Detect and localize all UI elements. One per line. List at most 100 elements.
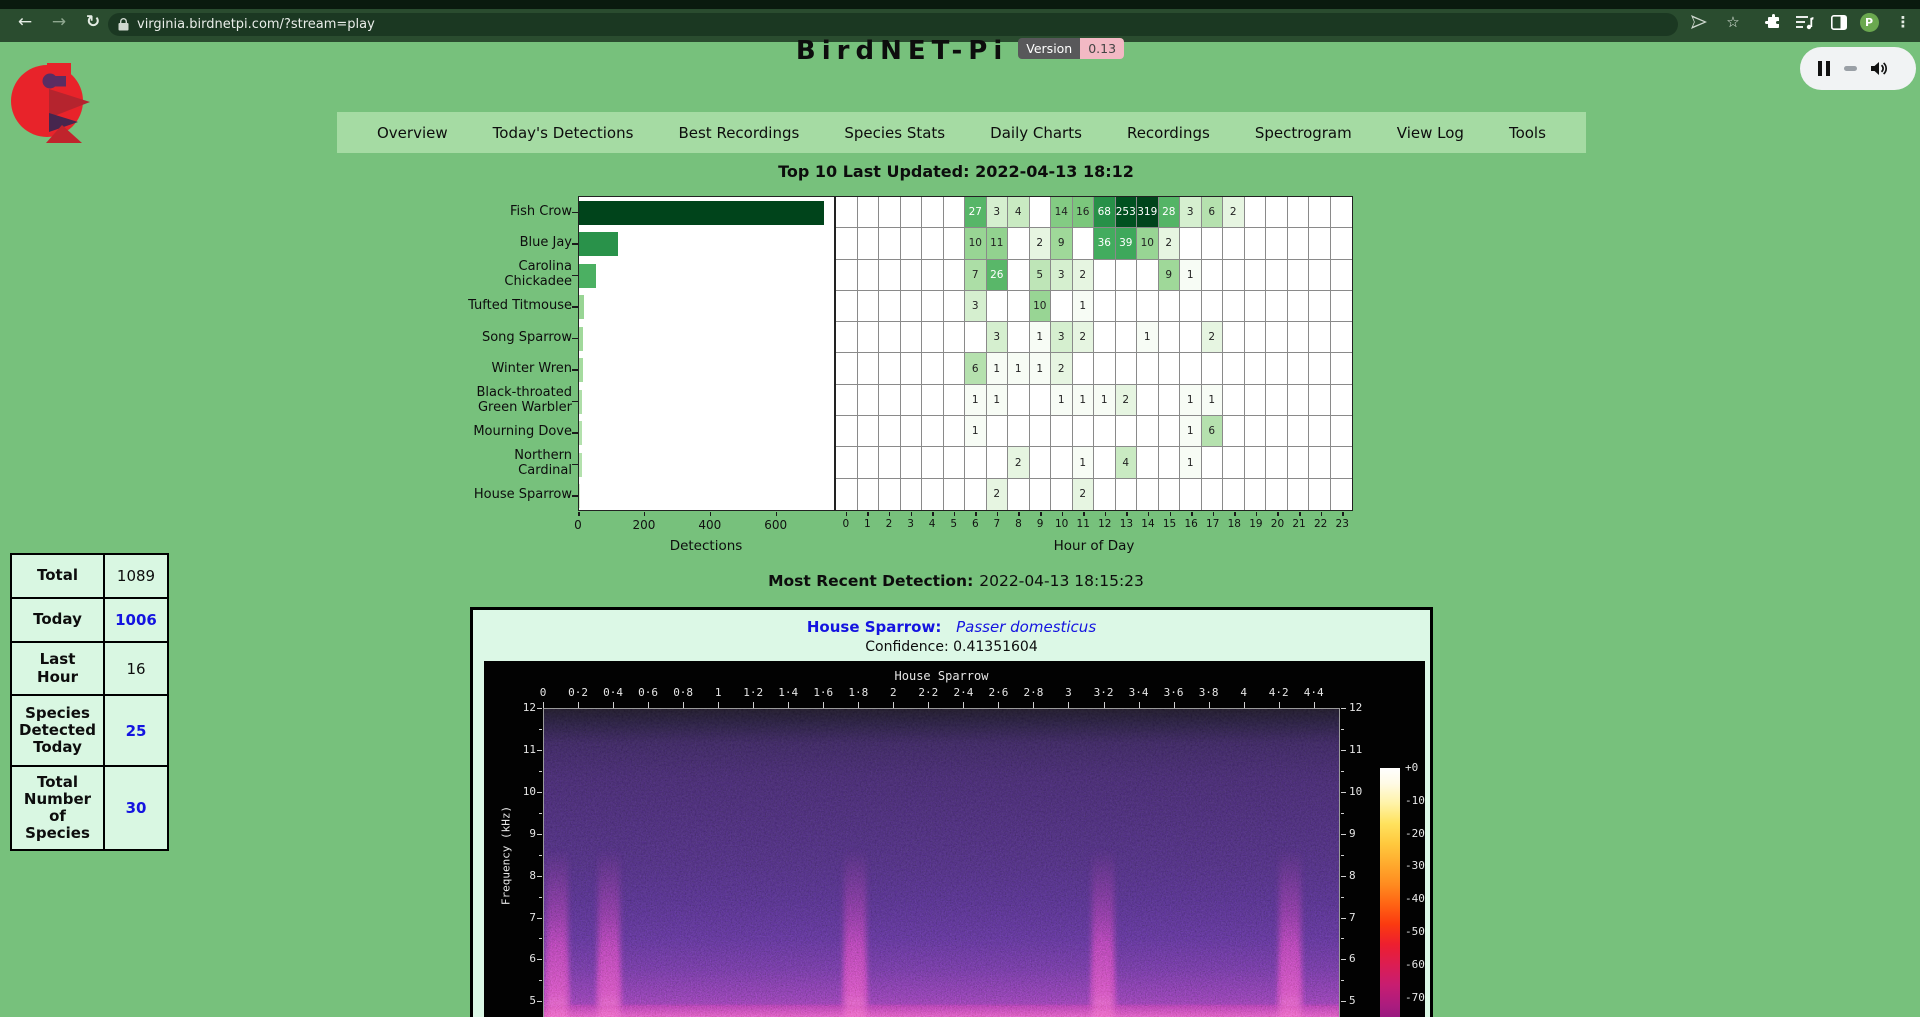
heatmap-cell bbox=[1202, 353, 1224, 384]
heatmap-cell bbox=[1288, 197, 1310, 228]
heatmap-cell bbox=[1051, 291, 1073, 322]
nav-item-spectrogram[interactable]: Spectrogram bbox=[1255, 124, 1352, 142]
stats-value[interactable]: 1006 bbox=[104, 598, 168, 642]
seek-dash[interactable] bbox=[1844, 66, 1857, 71]
heatmap-cell: 1 bbox=[965, 385, 987, 416]
heatmap-cell: 2 bbox=[1223, 197, 1245, 228]
nav-item-tools[interactable]: Tools bbox=[1509, 124, 1546, 142]
most-recent-value: 2022-04-13 18:15:23 bbox=[979, 572, 1144, 590]
spectrogram-time-tick: 4·4 bbox=[1297, 686, 1331, 699]
nav-item-daily-charts[interactable]: Daily Charts bbox=[990, 124, 1082, 142]
heatmap-cell: 1 bbox=[1008, 353, 1030, 384]
spectrogram-freq-tick: 6 bbox=[1349, 952, 1375, 965]
heatmap-cell bbox=[1159, 447, 1181, 478]
heatmap-cell bbox=[1266, 197, 1288, 228]
nav-item-species-stats[interactable]: Species Stats bbox=[844, 124, 945, 142]
heatmap-cell: 3 bbox=[987, 197, 1009, 228]
nav-item-view-log[interactable]: View Log bbox=[1397, 124, 1464, 142]
heatmap-cell bbox=[858, 260, 880, 291]
avatar[interactable]: P bbox=[1858, 12, 1880, 32]
spectrogram-time-tick: 2·2 bbox=[911, 686, 945, 699]
heatmap-cell bbox=[1245, 353, 1267, 384]
heatmap-cell bbox=[1094, 353, 1116, 384]
nav-item-today-s-detections[interactable]: Today's Detections bbox=[493, 124, 634, 142]
heatmap-cell: 1 bbox=[1180, 385, 1202, 416]
heatmap-cell bbox=[922, 353, 944, 384]
species-label: Tufted Titmouse bbox=[432, 291, 572, 323]
spectrogram-time-tick: 1·6 bbox=[806, 686, 840, 699]
pause-icon[interactable] bbox=[1818, 61, 1830, 76]
heatmap-cell bbox=[1309, 260, 1331, 291]
heatmap-cell bbox=[1159, 479, 1181, 510]
media-playlist-icon[interactable] bbox=[1794, 12, 1816, 32]
stats-label: Last Hour bbox=[11, 642, 104, 695]
audio-player[interactable] bbox=[1800, 47, 1916, 90]
heatmap-cell bbox=[858, 447, 880, 478]
detections-bar-panel bbox=[578, 196, 835, 511]
heatmap-cell bbox=[944, 447, 966, 478]
stats-value[interactable]: 30 bbox=[104, 766, 168, 850]
url-bar[interactable]: virginia.birdnetpi.com/?stream=play bbox=[108, 13, 1678, 36]
spectrogram-freq-tick: 12 bbox=[1349, 701, 1375, 714]
star-icon[interactable]: ☆ bbox=[1722, 12, 1744, 32]
nav-item-best-recordings[interactable]: Best Recordings bbox=[678, 124, 799, 142]
heatmap-cell bbox=[1266, 416, 1288, 447]
heatmap-cell: 1 bbox=[1073, 447, 1095, 478]
heatmap-cell: 2 bbox=[1202, 322, 1224, 353]
heatmap-cell bbox=[1266, 260, 1288, 291]
heatmap-cell bbox=[879, 260, 901, 291]
site-header: BirdNET-PiVersion0.13 bbox=[0, 36, 1920, 66]
spectrogram-time-tick: 3·2 bbox=[1087, 686, 1121, 699]
bar-axis-tick: 0 bbox=[558, 518, 598, 532]
heatmap-cell bbox=[944, 385, 966, 416]
heatmap-cell bbox=[1116, 291, 1138, 322]
side-panel-icon[interactable] bbox=[1828, 12, 1850, 32]
species-common-name-link[interactable]: House Sparrow: bbox=[807, 618, 941, 636]
extensions-icon[interactable] bbox=[1762, 12, 1784, 32]
heatmap-cell bbox=[1223, 322, 1245, 353]
stats-value[interactable]: 25 bbox=[104, 695, 168, 766]
window-top-strip bbox=[0, 0, 1920, 9]
spectrogram-db-tick: -10 bbox=[1405, 794, 1425, 807]
heatmap-cell bbox=[1159, 322, 1181, 353]
heatmap-cell bbox=[1094, 416, 1116, 447]
forward-icon[interactable]: → bbox=[48, 13, 70, 31]
heatmap-cell bbox=[1331, 479, 1353, 510]
heatmap-cell bbox=[1245, 385, 1267, 416]
heatmap-cell bbox=[1137, 447, 1159, 478]
detection-bar bbox=[579, 358, 583, 382]
reload-icon[interactable]: ↻ bbox=[82, 13, 104, 31]
top10-heading: Top 10 Last Updated: 2022-04-13 18:12 bbox=[0, 162, 1912, 181]
heatmap-cell bbox=[1266, 322, 1288, 353]
nav-item-overview[interactable]: Overview bbox=[377, 124, 448, 142]
detection-bar bbox=[579, 264, 596, 288]
nav-item-recordings[interactable]: Recordings bbox=[1127, 124, 1210, 142]
most-recent-label: Most Recent Detection: bbox=[768, 572, 973, 590]
heatmap-cell bbox=[1309, 322, 1331, 353]
heatmap-cell: 6 bbox=[1202, 197, 1224, 228]
heatmap-cell bbox=[1331, 228, 1353, 259]
heatmap-cell bbox=[1030, 479, 1052, 510]
heatmap-cell: 7 bbox=[965, 260, 987, 291]
heatmap-cell bbox=[1137, 291, 1159, 322]
back-icon[interactable]: ← bbox=[14, 13, 36, 31]
send-icon[interactable] bbox=[1688, 12, 1710, 32]
species-scientific-name: Passer domesticus bbox=[956, 618, 1096, 636]
menu-kebab-icon[interactable]: ⋮ bbox=[1892, 12, 1914, 32]
heatmap-cell bbox=[1094, 479, 1116, 510]
heatmap-cell: 9 bbox=[1051, 228, 1073, 259]
heatmap-cell bbox=[1245, 322, 1267, 353]
heatmap-cell bbox=[1223, 291, 1245, 322]
heatmap-cell bbox=[1202, 447, 1224, 478]
species-label: Winter Wren bbox=[432, 354, 572, 386]
volume-icon[interactable] bbox=[1871, 61, 1888, 76]
hour-axis-label: Hour of Day bbox=[994, 538, 1194, 554]
heatmap-cell bbox=[836, 416, 858, 447]
detection-bar bbox=[579, 295, 584, 319]
heatmap-cell bbox=[1223, 353, 1245, 384]
heatmap-cell bbox=[1116, 416, 1138, 447]
heatmap-cell: 3 bbox=[1051, 260, 1073, 291]
heatmap-cell bbox=[858, 385, 880, 416]
heatmap-cell: 1 bbox=[1180, 260, 1202, 291]
heatmap-cell: 26 bbox=[987, 260, 1009, 291]
